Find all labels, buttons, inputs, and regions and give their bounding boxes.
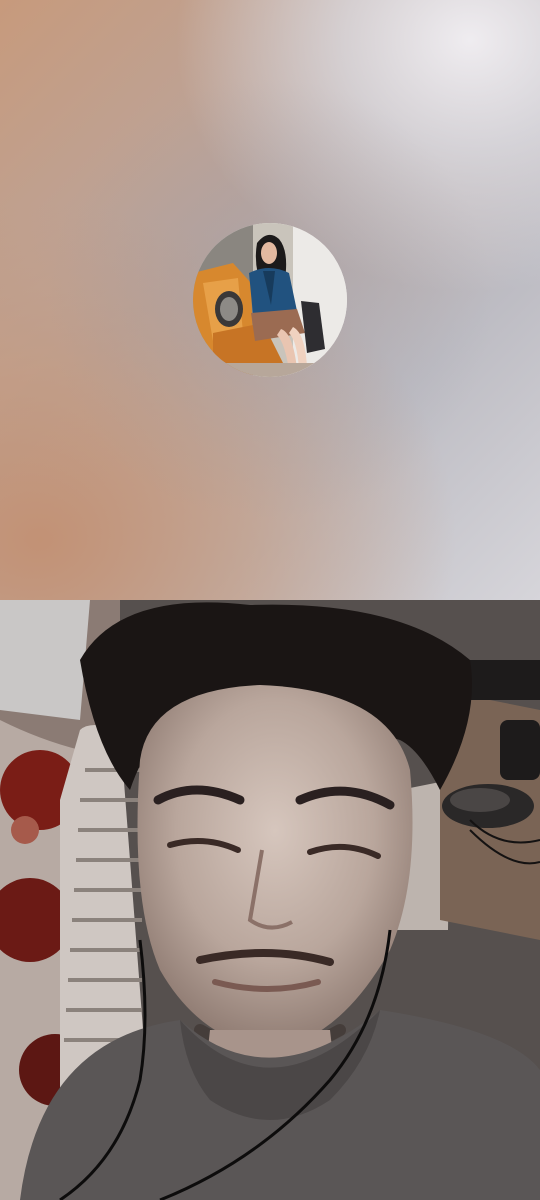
remote-participant-avatar[interactable] <box>193 223 347 377</box>
local-camera-preview[interactable] <box>0 600 540 1200</box>
video-call-screen <box>0 0 540 1200</box>
camera-feed <box>0 600 540 1200</box>
avatar-photo <box>193 223 347 377</box>
remote-video-tile[interactable] <box>0 0 540 600</box>
